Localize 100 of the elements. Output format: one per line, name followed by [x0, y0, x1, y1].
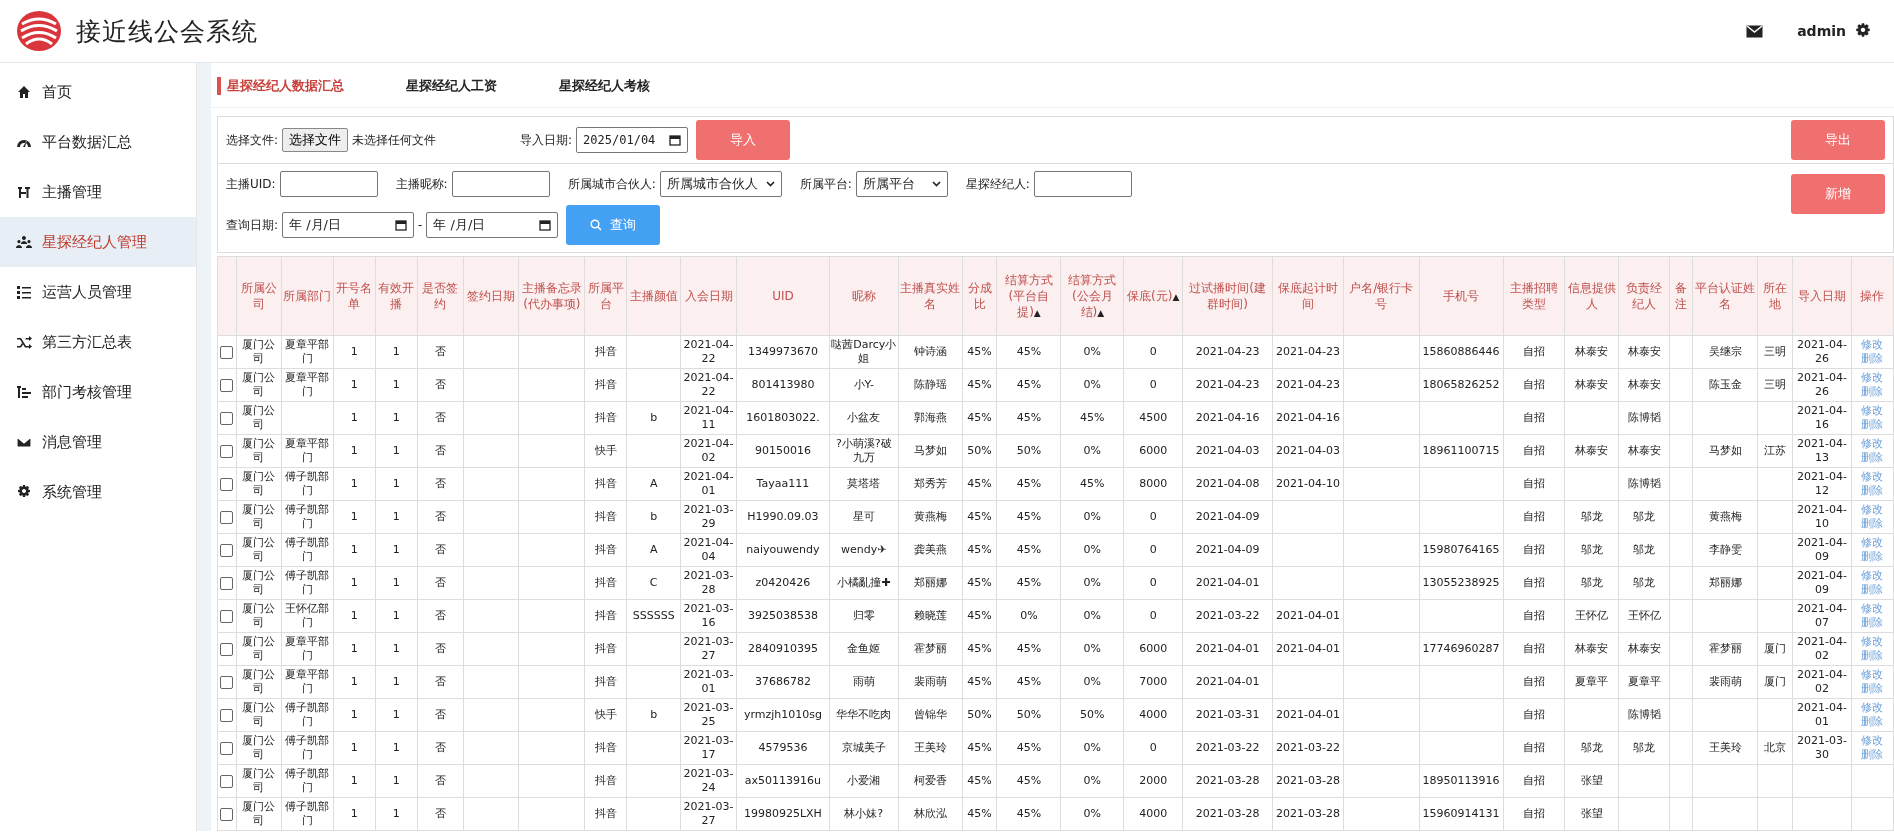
row-checkbox[interactable] — [220, 807, 234, 821]
table-cell: 邬龙 — [1580, 576, 1603, 589]
action-link[interactable]: 删除 — [1852, 385, 1892, 399]
action-link[interactable]: 删除 — [1852, 550, 1892, 564]
row-checkbox[interactable] — [220, 345, 234, 359]
sidebar-item[interactable]: 星探经纪人管理 — [0, 217, 196, 267]
search-button[interactable]: 查询 — [566, 205, 661, 245]
sidebar-item[interactable]: 第三方汇总表 — [0, 317, 196, 367]
row-checkbox[interactable] — [220, 774, 234, 788]
calendar-icon[interactable] — [395, 219, 408, 231]
action-link[interactable]: 修改 — [1852, 536, 1892, 550]
table-cell: 90150016 — [754, 444, 811, 457]
action-link[interactable]: 删除 — [1852, 682, 1892, 696]
nickname-input[interactable] — [451, 171, 550, 197]
row-checkbox[interactable] — [220, 609, 234, 623]
row-checkbox[interactable] — [220, 444, 234, 458]
uid-input[interactable] — [279, 171, 378, 197]
action-link[interactable]: 修改 — [1852, 437, 1892, 451]
sidebar-item[interactable]: 部门考核管理 — [0, 367, 196, 417]
row-checkbox[interactable] — [220, 378, 234, 392]
calendar-icon[interactable] — [539, 219, 552, 231]
sidebar-item[interactable]: 系统管理 — [0, 467, 196, 517]
action-link[interactable]: 修改 — [1852, 635, 1892, 649]
list-icon — [16, 284, 32, 300]
date-field[interactable]: 年 /月/日 — [282, 212, 415, 238]
sidebar-item[interactable]: 首页 — [0, 67, 196, 117]
action-link[interactable]: 删除 — [1852, 649, 1892, 663]
table-cell: 4000 — [1139, 807, 1168, 820]
action-link[interactable]: 删除 — [1852, 748, 1892, 762]
sidebar-item[interactable]: 平台数据汇总 — [0, 117, 196, 167]
table-cell: 18961100715 — [1422, 444, 1500, 457]
row-checkbox[interactable] — [220, 675, 234, 689]
action-link[interactable]: 删除 — [1852, 616, 1892, 630]
table-cell: 厦门公司 — [242, 536, 276, 563]
action-link[interactable]: 修改 — [1852, 701, 1892, 715]
action-link[interactable]: 修改 — [1852, 338, 1892, 352]
table-cell: 2021-04-01 — [1275, 708, 1340, 721]
table-cell: 归零 — [852, 609, 875, 622]
action-link[interactable]: 修改 — [1852, 734, 1892, 748]
tab[interactable]: 星探经纪人数据汇总 — [217, 77, 344, 95]
table-cell: 厦门公司 — [242, 767, 276, 794]
row-checkbox[interactable] — [220, 510, 234, 524]
settings-icon[interactable] — [1854, 22, 1872, 40]
table-cell: 小橘亂撞✚ — [837, 576, 891, 589]
action-link[interactable]: 删除 — [1852, 583, 1892, 597]
action-link[interactable]: 删除 — [1852, 715, 1892, 729]
sidebar-item[interactable]: 运营人员管理 — [0, 267, 196, 317]
calendar-icon[interactable] — [669, 134, 682, 146]
action-link[interactable]: 删除 — [1852, 484, 1892, 498]
table-cell: 2021-03-27 — [683, 800, 734, 827]
table-cell: 1 — [392, 510, 400, 523]
table-cell: 2021-03-25 — [683, 701, 734, 728]
table-cell: 2021-04-09 — [1796, 536, 1847, 563]
action-link[interactable]: 修改 — [1852, 668, 1892, 682]
action-link[interactable]: 修改 — [1852, 371, 1892, 385]
tab[interactable]: 星探经纪人工资 — [396, 77, 497, 95]
date-field[interactable]: 2025/01/04 — [576, 127, 689, 153]
export-button[interactable]: 导出 — [1791, 120, 1885, 160]
row-checkbox[interactable] — [220, 543, 234, 557]
sidebar-item[interactable]: 消息管理 — [0, 417, 196, 467]
column-header[interactable]: 结算方式(平台自提)▲ — [997, 256, 1061, 336]
action-link[interactable]: 删除 — [1852, 352, 1892, 366]
row-checkbox[interactable] — [220, 741, 234, 755]
row-checkbox[interactable] — [220, 708, 234, 722]
table-cell: 2021-03-28 — [683, 569, 734, 596]
action-link[interactable]: 修改 — [1852, 503, 1892, 517]
table-cell: 夏章平部门 — [285, 437, 330, 464]
scout-input[interactable] — [1033, 171, 1132, 197]
sidebar-item[interactable]: 主播管理 — [0, 167, 196, 217]
table-cell: 15860886446 — [1422, 345, 1500, 358]
action-link[interactable]: 删除 — [1852, 517, 1892, 531]
column-header[interactable]: 结算方式(公会月结)▲ — [1060, 256, 1124, 336]
partner-select[interactable]: 所属城市合伙人 — [659, 171, 782, 197]
row-checkbox[interactable] — [220, 642, 234, 656]
action-link[interactable]: 修改 — [1852, 470, 1892, 484]
tab[interactable]: 星探经纪人考核 — [549, 77, 650, 95]
row-checkbox[interactable] — [220, 411, 234, 425]
add-button[interactable]: 新增 — [1791, 174, 1885, 214]
date-field[interactable]: 年 /月/日 — [426, 212, 559, 238]
table-cell: 林泰安 — [1575, 345, 1609, 358]
table-cell: 2021-03-28 — [1195, 807, 1260, 820]
action-link[interactable]: 删除 — [1852, 451, 1892, 465]
table-cell: 2021-03-28 — [1275, 807, 1340, 820]
table-cell: 裴雨萌 — [913, 675, 947, 688]
action-link[interactable]: 删除 — [1852, 418, 1892, 432]
row-checkbox[interactable] — [220, 576, 234, 590]
platform-select[interactable]: 所属平台 — [855, 171, 948, 197]
column-header[interactable]: 保底(元)▲ — [1123, 256, 1183, 336]
table-cell: 王怀亿部门 — [285, 602, 330, 629]
action-link[interactable]: 修改 — [1852, 404, 1892, 418]
table-cell: 2021-03-28 — [1195, 774, 1260, 787]
row-checkbox[interactable] — [220, 477, 234, 491]
table-cell: 三明 — [1764, 378, 1786, 391]
import-button[interactable]: 导入 — [696, 120, 791, 160]
user-name[interactable]: admin — [1797, 23, 1846, 39]
action-link[interactable]: 修改 — [1852, 569, 1892, 583]
choose-file-button[interactable]: 选择文件 — [282, 128, 349, 152]
column-header: 过试播时间(建群时间) — [1182, 256, 1273, 336]
action-link[interactable]: 修改 — [1852, 602, 1892, 616]
mail-icon[interactable] — [1746, 24, 1764, 38]
